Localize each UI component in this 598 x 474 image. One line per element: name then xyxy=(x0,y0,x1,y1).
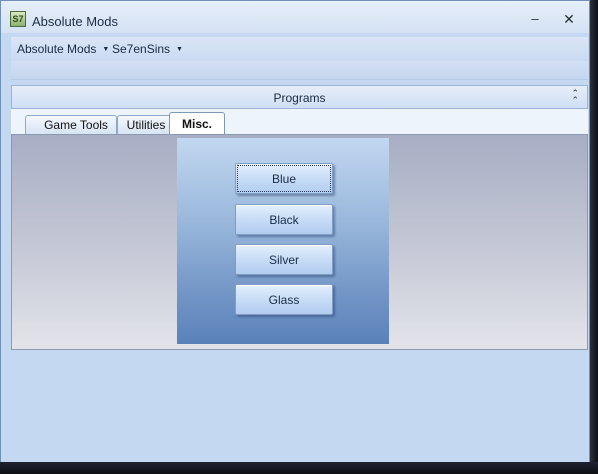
window-title: Absolute Mods xyxy=(32,14,118,29)
close-button[interactable]: ✕ xyxy=(558,12,580,28)
glass-theme-button[interactable]: Glass xyxy=(235,284,333,315)
minimize-button[interactable]: – xyxy=(524,12,546,28)
black-theme-button[interactable]: Black xyxy=(235,204,333,235)
silver-theme-button[interactable]: Silver xyxy=(235,244,333,275)
taskbar-strip xyxy=(0,462,598,474)
dropdown-arrow-icon: ▼ xyxy=(102,45,110,53)
desktop-background xyxy=(590,0,598,474)
menu-bar: Absolute Mods ▼ Se7enSins ▼ xyxy=(11,37,588,61)
app-logo-icon: S7 xyxy=(10,11,26,27)
programs-panel-header[interactable]: Programs ⌃ ⌃ xyxy=(11,85,588,109)
blue-theme-button[interactable]: Blue xyxy=(235,163,333,194)
theme-button-panel: Blue Black Silver Glass xyxy=(177,138,389,344)
tab-strip: Game Tools Utilities Misc. xyxy=(11,109,588,134)
menu-se7ensins-label: Se7enSins xyxy=(112,42,171,56)
menu-absolute-mods-label: Absolute Mods xyxy=(17,42,97,56)
menu-se7ensins[interactable]: Se7enSins ▼ xyxy=(112,42,183,56)
app-window: S7 Absolute Mods – ✕ Absolute Mods ▼ Se7… xyxy=(0,0,590,463)
title-bar[interactable]: S7 Absolute Mods – ✕ xyxy=(1,1,589,33)
tab-utilities[interactable]: Utilities xyxy=(117,115,175,134)
tab-game-tools[interactable]: Game Tools xyxy=(25,115,117,134)
menu-absolute-mods[interactable]: Absolute Mods ▼ xyxy=(17,42,109,56)
misc-tab-content: Blue Black Silver Glass xyxy=(11,134,588,350)
dropdown-arrow-icon: ▼ xyxy=(176,45,183,53)
tab-misc[interactable]: Misc. xyxy=(169,112,225,134)
panel-title: Programs xyxy=(273,91,326,105)
collapse-chevron-icon[interactable]: ⌃ ⌃ xyxy=(571,89,579,105)
toolbar-area xyxy=(11,61,588,80)
